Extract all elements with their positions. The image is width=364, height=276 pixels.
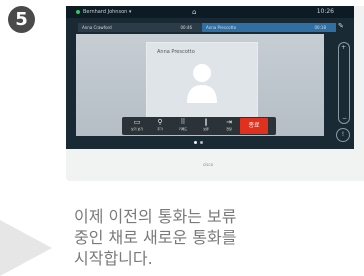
step-number: 5 — [15, 9, 28, 30]
active-call-time: 00:18 — [314, 25, 326, 30]
status-time: 10:26 — [316, 8, 334, 15]
hold-button[interactable]: ‖ 보류 — [195, 118, 217, 134]
active-call-name: Anna Prescotto — [206, 25, 237, 30]
held-call-name: Anna Crawford — [82, 25, 112, 30]
caption-line: 이제 이전의 통화는 보류 — [74, 207, 237, 226]
transfer-label: 전달 — [226, 127, 232, 131]
page-dot — [200, 141, 203, 144]
keypad-button[interactable]: ⠿ 키패드 — [172, 118, 194, 134]
page-dot — [194, 141, 197, 144]
pin-icon[interactable]: ✎ — [338, 22, 348, 32]
caption-line: 중인 채로 새로운 통화를 — [74, 228, 237, 247]
hold-label: 보류 — [203, 127, 209, 131]
presence-dot — [76, 9, 80, 14]
status-user[interactable]: Bernhard Johnson ▾ — [76, 9, 131, 15]
side-controls: ✎ + − ! — [336, 20, 350, 148]
hold-icon: ‖ — [204, 118, 208, 126]
transfer-button[interactable]: ⇥ 전달 — [218, 118, 240, 134]
arrow-graphic — [0, 220, 52, 276]
step-number-badge: 5 — [8, 6, 35, 33]
present-label: 보기 보기 — [131, 127, 143, 131]
avatar-icon — [187, 64, 217, 103]
brand-logo: cisco — [202, 162, 214, 167]
held-call-item[interactable]: Anna Crawford 00:46 — [78, 23, 202, 32]
keypad-icon: ⠿ — [180, 118, 186, 126]
home-icon[interactable]: ⌂ — [192, 8, 196, 16]
add-participant-button[interactable]: ⚲ 추가 — [149, 118, 171, 134]
add-participant-icon: ⚲ — [157, 118, 163, 126]
status-user-name: Bernhard Johnson — [83, 9, 128, 15]
status-bar: Bernhard Johnson ▾ ⌂ 10:26 — [66, 6, 354, 18]
end-call-button[interactable]: 종료 — [240, 118, 268, 134]
remote-participant-name: Anna Prescotto — [157, 49, 195, 55]
held-call-time: 00:46 — [180, 25, 192, 30]
add-participant-label: 추가 — [157, 127, 163, 131]
present-button[interactable]: ▭ 보기 보기 — [126, 118, 148, 134]
volume-down-icon: − — [342, 115, 348, 122]
present-icon: ▭ — [133, 118, 141, 126]
active-call-item[interactable]: Anna Prescotto 00:18 — [202, 23, 336, 32]
call-list: Anna Crawford 00:46 Anna Prescotto 00:18 — [78, 23, 336, 32]
remote-participant-card: Anna Prescotto — [146, 42, 258, 118]
transfer-icon: ⇥ — [226, 118, 232, 126]
call-toolbar: ▭ 보기 보기 ⚲ 추가 ⠿ 키패드 ‖ 보류 ⇥ 전달 종료 — [122, 117, 276, 135]
touch-screen: Bernhard Johnson ▾ ⌂ 10:26 Anna Crawford… — [66, 6, 354, 149]
instruction-caption: 이제 이전의 통화는 보류 중인 채로 새로운 통화를 시작합니다. — [74, 206, 364, 269]
keypad-label: 키패드 — [178, 127, 188, 131]
volume-slider[interactable]: + − — [338, 42, 350, 124]
caption-line: 시작합니다. — [74, 249, 153, 268]
help-icon[interactable]: ! — [336, 128, 350, 142]
volume-up-icon: + — [341, 44, 347, 51]
